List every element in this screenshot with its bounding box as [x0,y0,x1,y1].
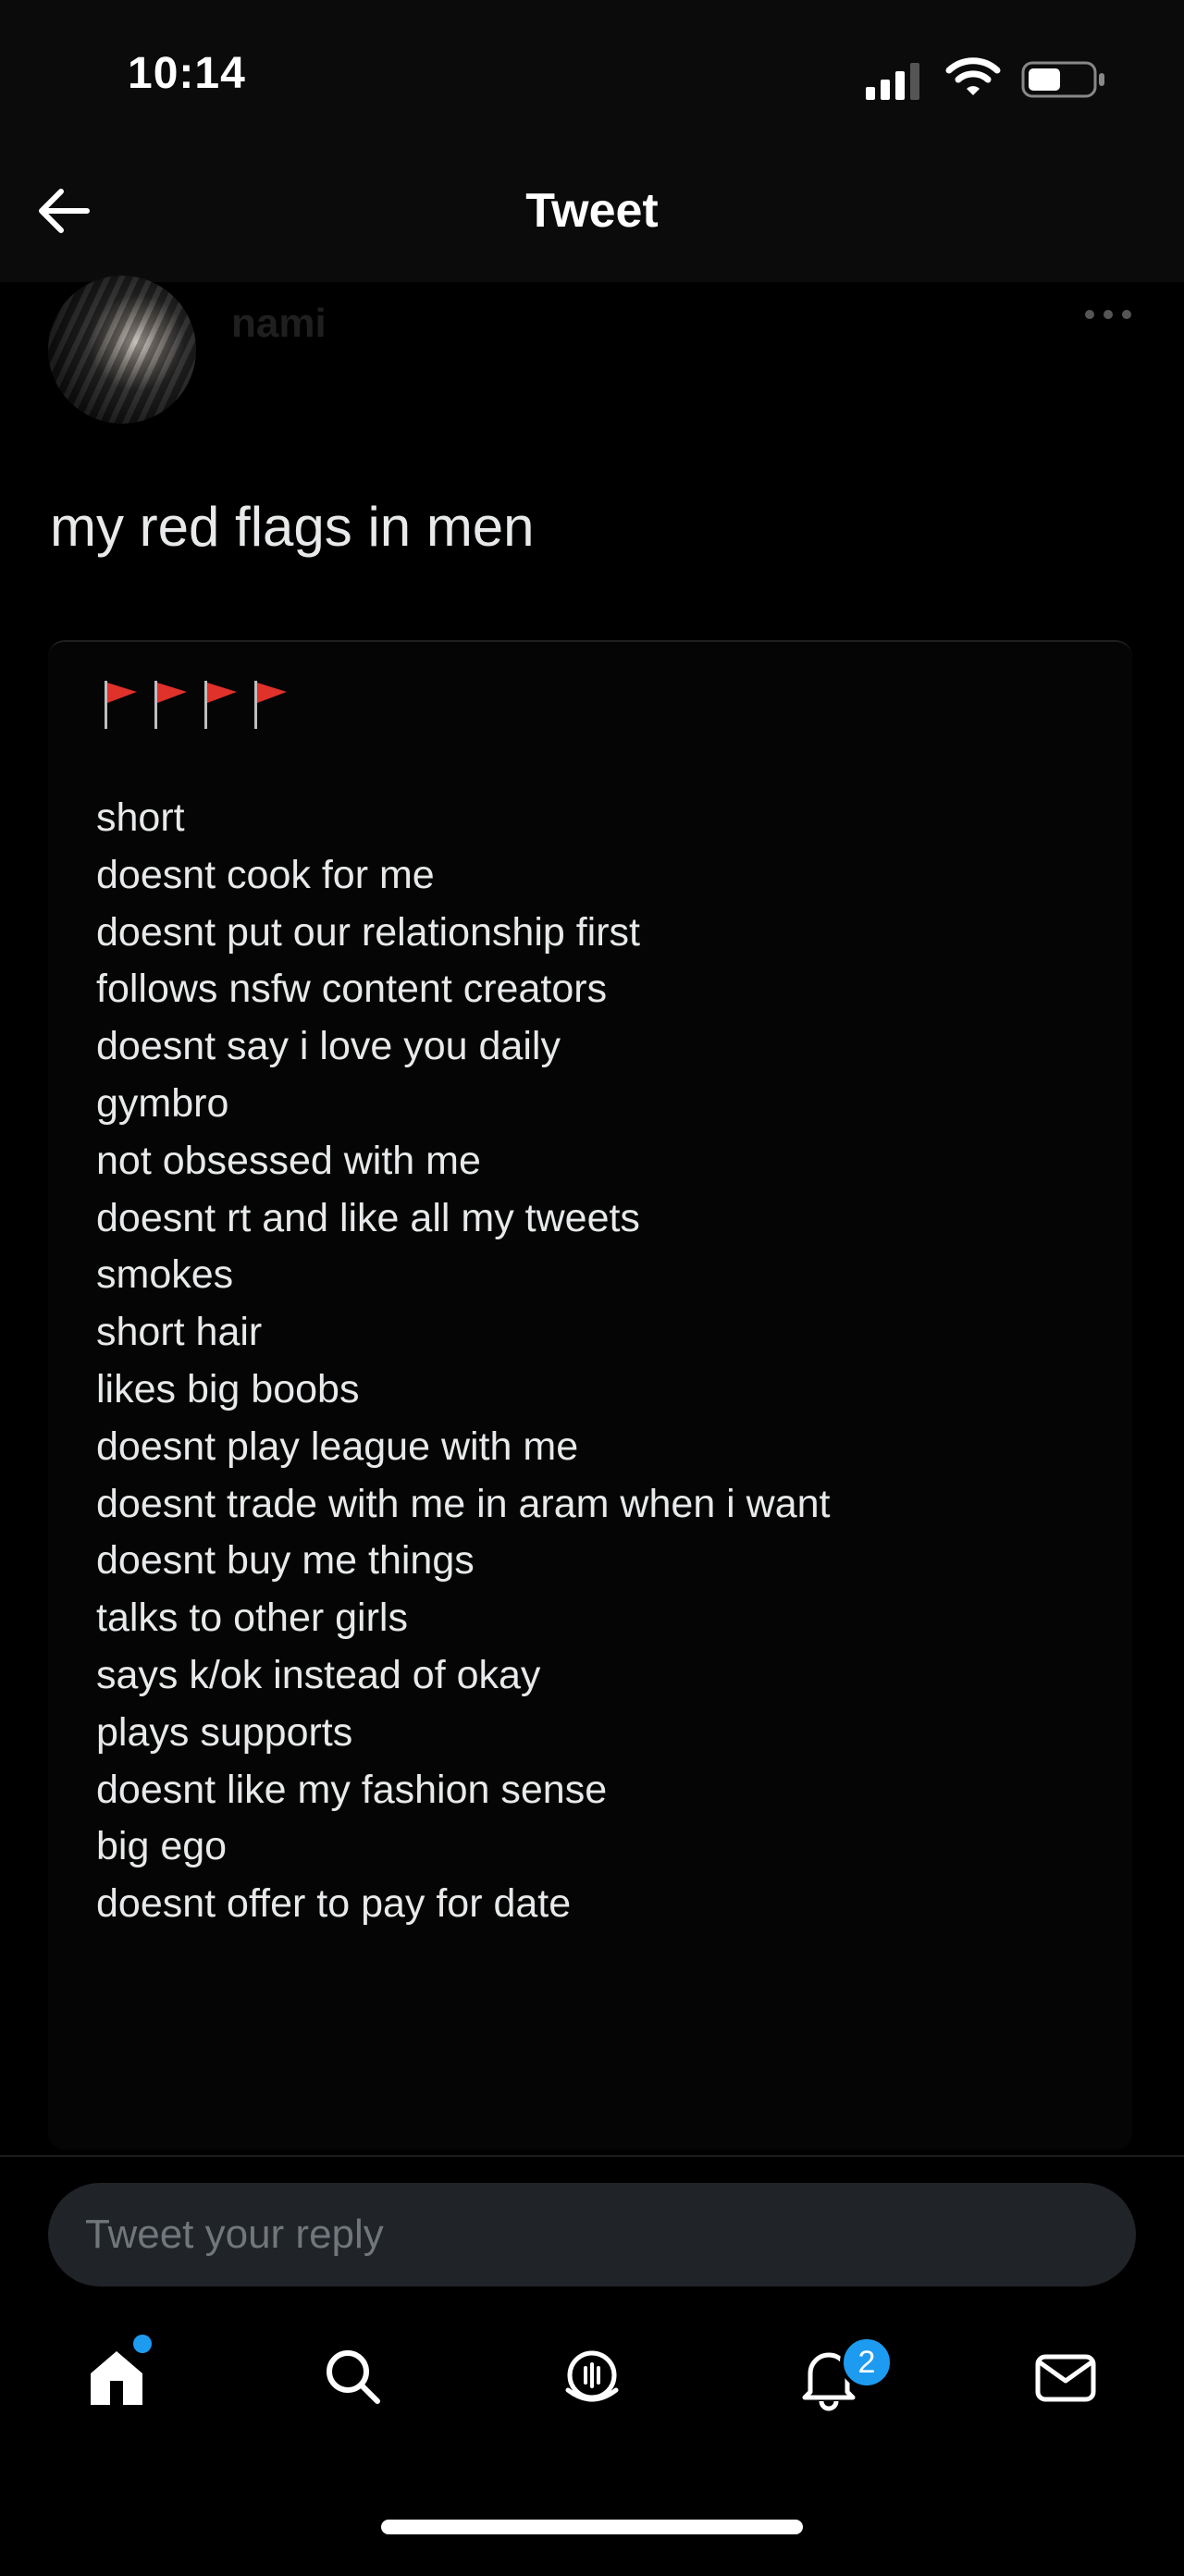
status-bar: 10:14 [0,0,1184,157]
red-flag-icon [254,681,287,729]
list-item: follows nsfw content creators [96,967,608,1012]
red-flag-icon [154,681,187,729]
list-item: not obsessed with me [96,1138,481,1183]
list-item: says k/ok instead of okay [96,1652,541,1697]
battery-icon [1021,61,1104,98]
list-item: doesnt trade with me in aram when i want [96,1481,831,1526]
nav-messages[interactable] [1029,2340,1103,2414]
messages-icon [1035,2354,1096,2402]
nav-search[interactable] [316,2340,390,2414]
list-item: doesnt rt and like all my tweets [96,1195,640,1240]
signal-icon [866,63,919,100]
list-item: doesnt play league with me [96,1424,579,1469]
status-time: 10:14 [128,49,246,98]
red-flag-list: short doesnt cook for me doesnt put our re… [96,790,831,1933]
home-indicator[interactable] [381,2520,803,2534]
flag-row [102,679,289,731]
list-item: talks to other girls [96,1596,408,1641]
list-item: doesnt say i love you daily [96,1024,561,1069]
list-item: doesnt put our relationship first [96,909,640,955]
author-name[interactable]: nami [231,301,327,347]
tweet-image-card[interactable]: short doesnt cook for me doesnt put our re… [48,640,1132,2150]
tweet-text: my red flags in men [50,496,535,558]
list-item: doesnt cook for me [96,852,435,897]
more-options-icon[interactable] [1082,305,1134,324]
red-flag-icon [105,681,137,729]
list-item: gymbro [96,1080,229,1126]
list-item: doesnt like my fashion sense [96,1767,608,1812]
wifi-icon [945,57,1001,95]
list-item: big ego [96,1824,228,1869]
red-flag-icon [204,681,237,729]
home-notification-dot [133,2335,152,2353]
list-item: doesnt buy me things [96,1538,475,1584]
tweet-header: Tweet [0,157,1184,282]
reply-input[interactable] [48,2183,1136,2286]
notification-count-badge: 2 [840,2336,894,2389]
list-item: likes big boobs [96,1366,360,1411]
list-item: plays supports [96,1709,353,1755]
nav-spaces[interactable] [555,2340,629,2414]
spaces-icon [565,2350,619,2402]
search-icon [327,2350,380,2404]
list-item: short [96,795,185,840]
list-item: smokes [96,1252,234,1298]
avatar[interactable] [48,276,196,424]
divider [0,2155,1184,2157]
list-item: short hair [96,1310,263,1355]
page-title: Tweet [525,184,659,238]
list-item: doesnt offer to pay for date [96,1881,572,1927]
